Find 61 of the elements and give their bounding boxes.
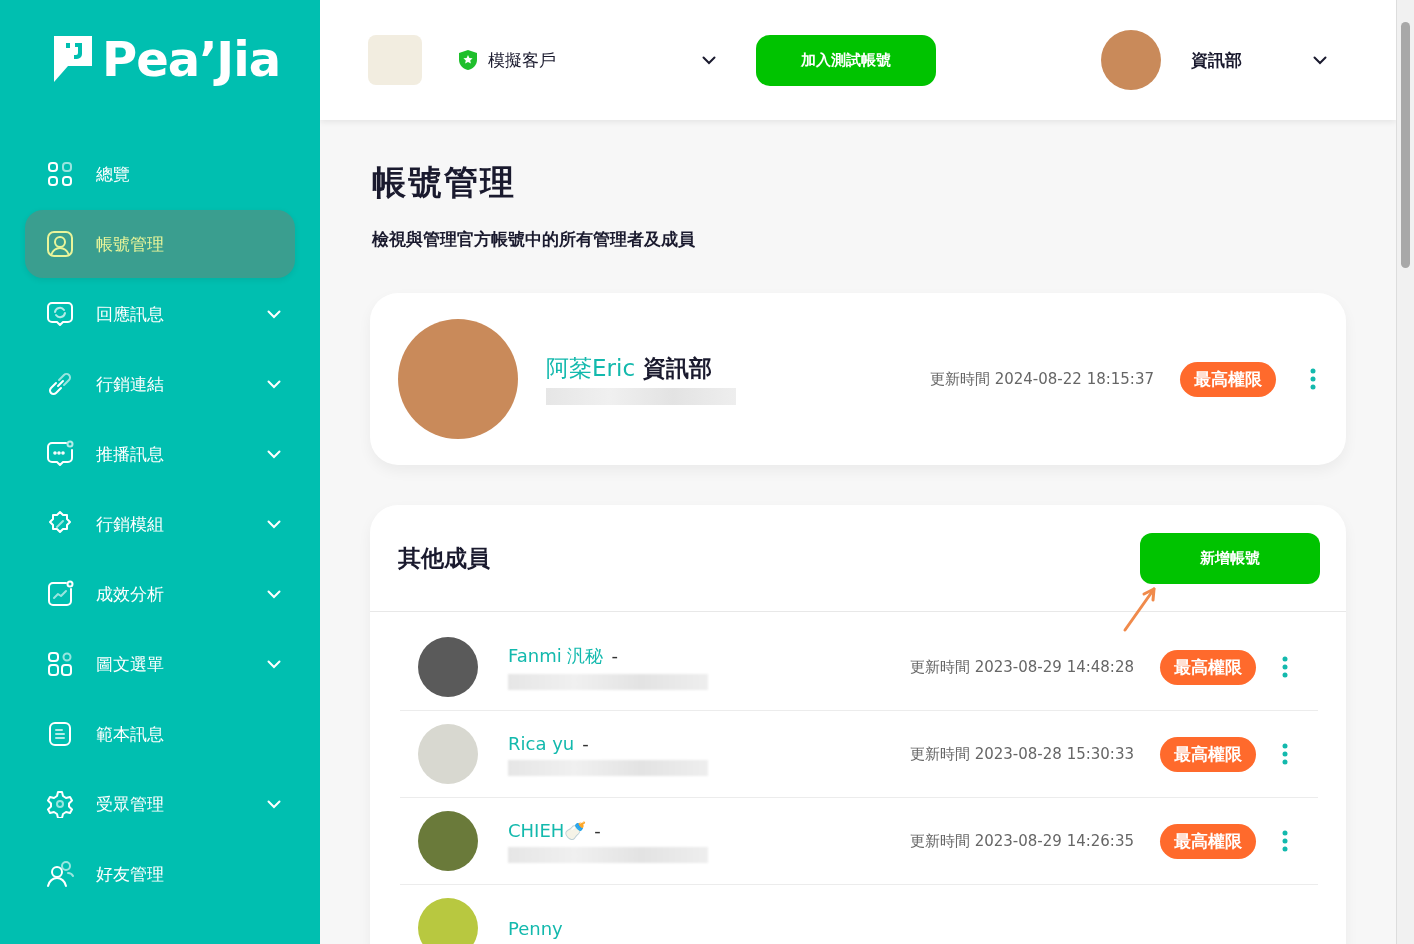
role-badge[interactable]: 最高權限 — [1160, 823, 1256, 859]
updated-time: 更新時間 2024-08-22 18:15:37 — [929, 369, 1154, 389]
member-name: Rica yu — [508, 732, 575, 754]
user-icon — [46, 230, 74, 258]
sidebar-item[interactable]: 總覽 — [25, 140, 295, 208]
avatar-placeholder — [418, 898, 478, 944]
link-icon — [46, 370, 74, 398]
owner-name: 阿棻Eric — [546, 355, 636, 381]
avatar-placeholder — [418, 724, 478, 784]
sidebar-item[interactable]: 受眾管理 — [25, 770, 295, 838]
avatar-placeholder — [418, 637, 478, 697]
annotation-arrow — [1122, 585, 1158, 633]
tiles-icon — [46, 650, 74, 678]
sidebar-item[interactable]: 好友管理 — [25, 840, 295, 908]
more-icon[interactable] — [1282, 830, 1288, 852]
sidebar-item[interactable]: 行銷連結 — [25, 350, 295, 418]
users-icon — [46, 860, 74, 888]
scrollbar-thumb[interactable] — [1401, 22, 1410, 268]
role-badge[interactable]: 最高權限 — [1160, 649, 1256, 685]
join-test-account-button[interactable]: 加入測試帳號 — [756, 34, 936, 86]
member-name: Fanmi 汎秘 — [508, 645, 604, 666]
user-name[interactable]: 資訊部 — [1191, 48, 1313, 72]
role-badge[interactable]: 最高權限 — [1160, 736, 1256, 772]
member-name: CHIEH🍼 — [508, 819, 587, 841]
sidebar-item[interactable]: 推播訊息 — [25, 420, 295, 488]
member-name: Penny — [508, 917, 563, 939]
chat-bubble-icon — [46, 440, 74, 468]
chat-refresh-icon — [46, 300, 74, 328]
logo-icon — [54, 36, 92, 82]
avatar-placeholder — [1101, 30, 1161, 90]
grid-icon — [46, 160, 74, 188]
sidebar-item[interactable]: 行銷模組 — [25, 490, 295, 558]
account-name[interactable]: 模擬客戶 — [488, 48, 638, 72]
sidebar-item[interactable]: 範本訊息 — [25, 700, 295, 768]
sidebar-item[interactable]: 回應訊息 — [25, 280, 295, 348]
more-icon[interactable] — [1310, 368, 1316, 390]
sidebar-item[interactable]: 帳號管理 — [25, 210, 295, 278]
add-account-button[interactable]: 新增帳號 — [1140, 532, 1320, 584]
chevron-down-icon[interactable] — [1313, 55, 1327, 65]
document-icon — [46, 720, 74, 748]
sticker-placeholder — [368, 35, 422, 85]
sidebar-item[interactable]: 成效分析 — [25, 560, 295, 628]
avatar-placeholder — [418, 811, 478, 871]
sidebar-item[interactable]: 圖文選單 — [25, 630, 295, 698]
updated-time: 更新時間 2023-08-29 14:48:28 — [909, 657, 1134, 677]
updated-time: 更新時間 2023-08-28 15:30:33 — [909, 744, 1134, 764]
role-badge[interactable]: 最高權限 — [1180, 361, 1276, 397]
more-icon[interactable] — [1282, 743, 1288, 765]
chevron-down-icon[interactable] — [702, 55, 716, 65]
page-subtitle: 檢視與管理官方帳號中的所有管理者及成員 — [372, 228, 696, 251]
shield-star-icon — [458, 49, 478, 71]
separator-text: - — [582, 732, 589, 754]
separator-text: - — [594, 819, 601, 841]
owner-department: 資訊部 — [643, 355, 713, 381]
more-icon[interactable] — [1282, 656, 1288, 678]
updated-time: 更新時間 2023-08-29 14:26:35 — [909, 831, 1134, 851]
section-title: 其他成員 — [398, 543, 490, 573]
separator-text: - — [611, 645, 618, 666]
chart-icon — [46, 580, 74, 608]
page-title: 帳號管理 — [372, 161, 517, 204]
settings-icon — [46, 790, 74, 818]
